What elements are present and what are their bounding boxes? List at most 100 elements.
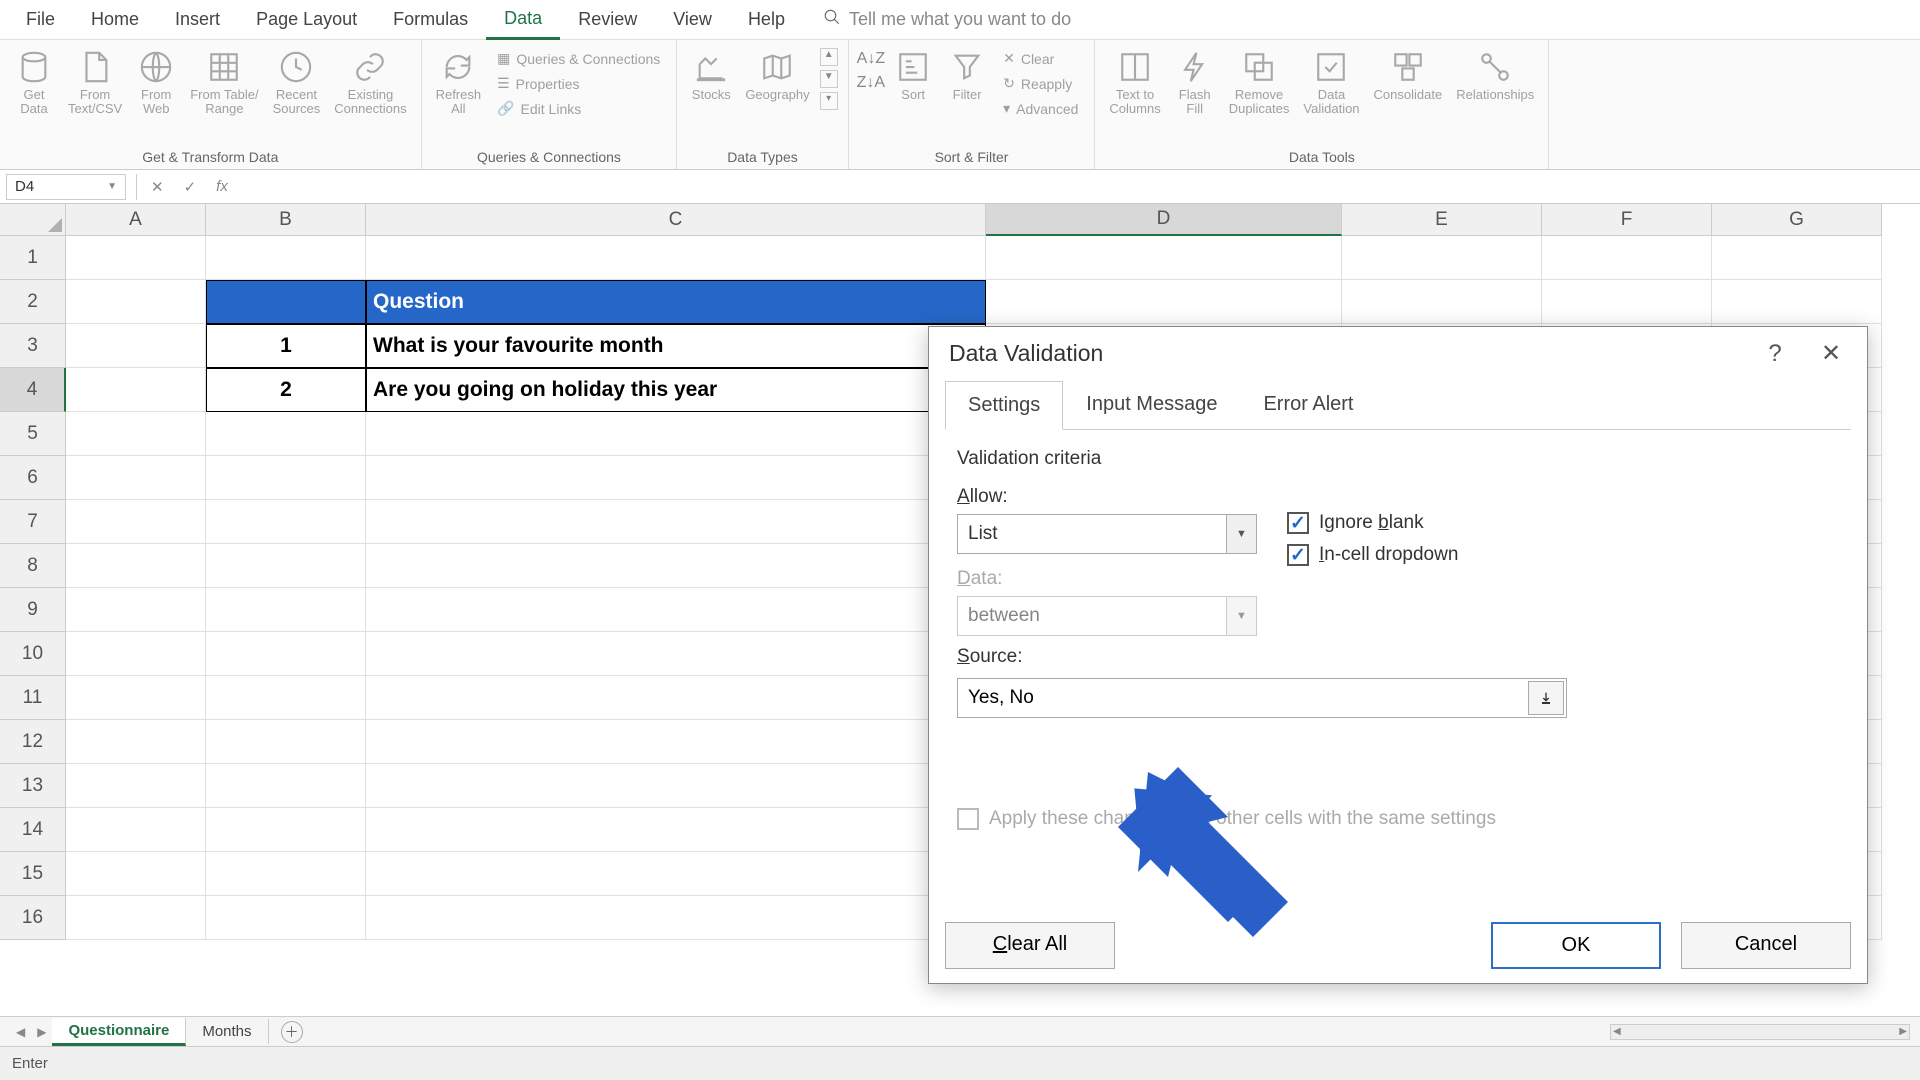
cell-A8[interactable] <box>66 544 206 588</box>
row-header-16[interactable]: 16 <box>0 896 66 940</box>
select-all-corner[interactable] <box>0 204 66 236</box>
cell-C6[interactable] <box>366 456 986 500</box>
menu-help[interactable]: Help <box>730 1 803 38</box>
cell-C10[interactable] <box>366 632 986 676</box>
cell-A16[interactable] <box>66 896 206 940</box>
cell-B7[interactable] <box>206 500 366 544</box>
cell-D1[interactable] <box>986 236 1342 280</box>
relationships-button[interactable]: Relationships <box>1450 44 1540 106</box>
menu-page-layout[interactable]: Page Layout <box>238 1 375 38</box>
get-data-button[interactable]: Get Data <box>8 44 60 121</box>
cell-A15[interactable] <box>66 852 206 896</box>
sheet-nav-prev[interactable]: ◀ <box>10 1025 31 1039</box>
clear-all-button[interactable]: Clear All <box>945 922 1115 969</box>
cell-C16[interactable] <box>366 896 986 940</box>
cell-A10[interactable] <box>66 632 206 676</box>
cell-B5[interactable] <box>206 412 366 456</box>
cell-C13[interactable] <box>366 764 986 808</box>
cell-A3[interactable] <box>66 324 206 368</box>
existing-connections-button[interactable]: Existing Connections <box>328 44 412 121</box>
cell-F2[interactable] <box>1542 280 1712 324</box>
fx-icon[interactable]: fx <box>206 178 238 195</box>
sheet-nav-next[interactable]: ▶ <box>31 1025 52 1039</box>
sheet-tab-questionnaire[interactable]: Questionnaire <box>52 1018 186 1046</box>
cell-B4[interactable]: 2 <box>206 368 366 412</box>
recent-sources-button[interactable]: Recent Sources <box>267 44 327 121</box>
close-icon[interactable]: ✕ <box>1815 339 1847 368</box>
row-header-4[interactable]: 4 <box>0 368 66 412</box>
row-header-15[interactable]: 15 <box>0 852 66 896</box>
cell-C5[interactable] <box>366 412 986 456</box>
row-header-13[interactable]: 13 <box>0 764 66 808</box>
cell-A2[interactable] <box>66 280 206 324</box>
cell-C1[interactable] <box>366 236 986 280</box>
name-box[interactable]: D4 ▼ <box>6 174 126 200</box>
cell-F1[interactable] <box>1542 236 1712 280</box>
cell-B2[interactable] <box>206 280 366 324</box>
cell-B3[interactable]: 1 <box>206 324 366 368</box>
cell-B14[interactable] <box>206 808 366 852</box>
cell-G1[interactable] <box>1712 236 1882 280</box>
cell-B16[interactable] <box>206 896 366 940</box>
row-header-8[interactable]: 8 <box>0 544 66 588</box>
column-header-g[interactable]: G <box>1712 204 1882 236</box>
advanced-filter-item[interactable]: ▾Advanced <box>999 98 1082 119</box>
gallery-more-icon[interactable]: ▾ <box>820 92 838 110</box>
row-header-3[interactable]: 3 <box>0 324 66 368</box>
cell-A7[interactable] <box>66 500 206 544</box>
from-table-range-button[interactable]: From Table/ Range <box>184 44 264 121</box>
cell-A12[interactable] <box>66 720 206 764</box>
filter-button[interactable]: Filter <box>941 44 993 106</box>
help-button[interactable]: ? <box>1759 340 1791 368</box>
queries-connections-item[interactable]: ▦Queries & Connections <box>493 48 664 69</box>
row-header-5[interactable]: 5 <box>0 412 66 456</box>
text-to-columns-button[interactable]: Text to Columns <box>1103 44 1166 121</box>
tell-me-search[interactable]: Tell me what you want to do <box>823 8 1071 31</box>
cell-C3[interactable]: What is your favourite month <box>366 324 986 368</box>
menu-insert[interactable]: Insert <box>157 1 238 38</box>
menu-data[interactable]: Data <box>486 0 560 40</box>
gallery-down-icon[interactable]: ▼ <box>820 70 838 88</box>
cell-B12[interactable] <box>206 720 366 764</box>
consolidate-button[interactable]: Consolidate <box>1368 44 1449 106</box>
cell-A5[interactable] <box>66 412 206 456</box>
enter-formula-icon[interactable]: ✓ <box>174 178 207 196</box>
from-web-button[interactable]: From Web <box>130 44 182 121</box>
horizontal-scrollbar[interactable]: ◀ ▶ <box>1610 1024 1910 1040</box>
cancel-formula-icon[interactable]: ✕ <box>141 178 174 196</box>
cell-A9[interactable] <box>66 588 206 632</box>
properties-item[interactable]: ☰Properties <box>493 73 664 94</box>
cell-B8[interactable] <box>206 544 366 588</box>
chevron-down-icon[interactable]: ▼ <box>1226 515 1256 553</box>
cell-B15[interactable] <box>206 852 366 896</box>
cell-B6[interactable] <box>206 456 366 500</box>
reapply-filter-item[interactable]: ↻Reapply <box>999 73 1082 94</box>
sheet-tab-months[interactable]: Months <box>186 1019 268 1044</box>
geography-button[interactable]: Geography <box>739 44 815 106</box>
cell-B10[interactable] <box>206 632 366 676</box>
source-input[interactable] <box>958 679 1526 717</box>
cell-C4[interactable]: Are you going on holiday this year <box>366 368 986 412</box>
add-sheet-button[interactable]: ＋ <box>281 1021 303 1043</box>
cell-C15[interactable] <box>366 852 986 896</box>
from-text-csv-button[interactable]: From Text/CSV <box>62 44 128 121</box>
row-header-11[interactable]: 11 <box>0 676 66 720</box>
cell-A14[interactable] <box>66 808 206 852</box>
cell-D2[interactable] <box>986 280 1342 324</box>
tab-settings[interactable]: Settings <box>945 381 1063 430</box>
row-header-6[interactable]: 6 <box>0 456 66 500</box>
edit-links-item[interactable]: 🔗Edit Links <box>493 98 664 119</box>
tab-error-alert[interactable]: Error Alert <box>1240 380 1376 429</box>
remove-duplicates-button[interactable]: Remove Duplicates <box>1223 44 1296 121</box>
cell-B1[interactable] <box>206 236 366 280</box>
cell-E1[interactable] <box>1342 236 1542 280</box>
sort-desc-icon[interactable]: Z↓A <box>857 74 885 92</box>
column-header-f[interactable]: F <box>1542 204 1712 236</box>
row-header-14[interactable]: 14 <box>0 808 66 852</box>
column-header-e[interactable]: E <box>1342 204 1542 236</box>
clear-filter-item[interactable]: ✕Clear <box>999 48 1082 69</box>
cell-A4[interactable] <box>66 368 206 412</box>
flash-fill-button[interactable]: Flash Fill <box>1169 44 1221 121</box>
row-header-10[interactable]: 10 <box>0 632 66 676</box>
sort-button[interactable]: Sort <box>887 44 939 106</box>
